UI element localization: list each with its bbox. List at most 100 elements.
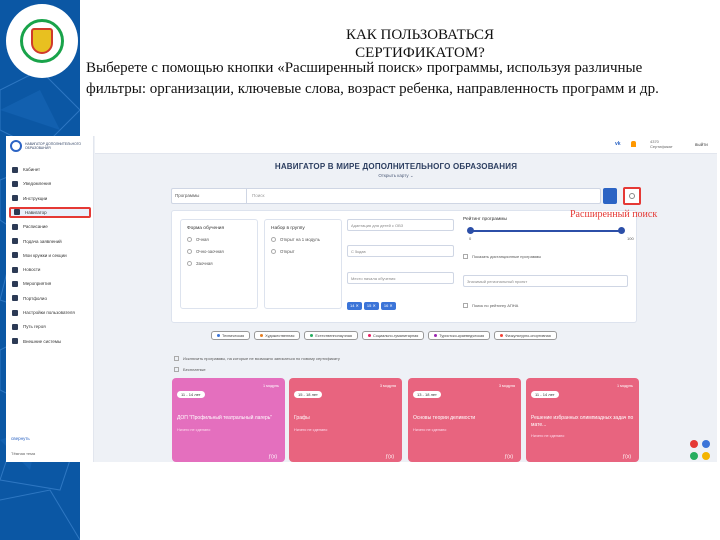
sidebar-item[interactable]: Путь героя (9, 321, 91, 332)
ornament-icon (690, 440, 710, 460)
direction-pill[interactable]: Социально-гуманитарная (361, 331, 425, 340)
direction-dot-icon (260, 334, 264, 337)
slider-handle-min[interactable] (467, 227, 474, 234)
gear-icon (629, 193, 635, 199)
sidebar-item-label: Расписание (23, 224, 48, 230)
sidebar-item-icon (12, 166, 18, 173)
organization-logo (6, 4, 78, 78)
radio-option[interactable]: Заочная (187, 261, 251, 266)
sidebar-item[interactable]: Расписание (9, 221, 91, 232)
age-tag[interactable]: 14 ✕ (347, 302, 362, 310)
sidebar-item-icon (12, 266, 18, 273)
regional-project-select[interactable]: Значимый региональный проект (463, 275, 628, 287)
app-sidebar: НАВИГАТОР ДОПОЛНИТЕЛЬНОГО ОБРАЗОВАНИЯ Ка… (6, 136, 94, 462)
sidebar-item-icon (12, 195, 18, 202)
advanced-search-button[interactable] (623, 187, 641, 205)
program-card[interactable]: 13 - 18 лет 3 модуля Основы теории делимос… (408, 378, 521, 462)
program-card[interactable]: 15 - 18 лет 3 модуля Графы Ничего не сделан… (289, 378, 402, 462)
program-status: Ничего не сделано (294, 427, 328, 432)
sidebar-item[interactable]: Внешние системы (9, 336, 91, 347)
rating-slider[interactable] (467, 227, 625, 234)
sidebar-item-icon (12, 323, 18, 330)
radio-option[interactable]: Очно-заочная (187, 249, 251, 254)
formula-icon: ƒ(x) (385, 454, 394, 460)
formula-icon: ƒ(x) (504, 454, 513, 460)
location-select[interactable]: Место начала обучения (347, 272, 454, 284)
sidebar-item[interactable]: Настройки пользователя (9, 307, 91, 318)
direction-pill[interactable]: Художественная (254, 331, 301, 340)
search-input[interactable]: Поиск (252, 193, 264, 198)
sidebar-item[interactable]: Портфолио (9, 293, 91, 304)
sidebar-item[interactable]: Кабинет (9, 164, 91, 175)
sidebar-item[interactable]: Подача заявлений (9, 236, 91, 247)
rating-heading: Рейтинг программы (463, 217, 508, 222)
navigator-logo-icon (10, 140, 22, 152)
sidebar-item[interactable]: Мои кружки и секции (9, 250, 91, 261)
logout-link[interactable]: выйти (695, 142, 708, 147)
program-status: Ничего не сделано (531, 434, 565, 438)
sidebar-item-icon (12, 252, 18, 259)
distance-programs-checkbox[interactable]: Показать дистанционные программы (463, 254, 541, 259)
slide-instruction: Выберете с помощью кнопки «Расширенный п… (86, 60, 659, 97)
top-bar: vk 4370 Сертификат выйти (95, 136, 717, 154)
direction-dot-icon (367, 334, 371, 337)
program-card[interactable]: 11 - 14 лет 1 модуль Решение избранных оли… (526, 378, 639, 462)
advanced-search-annotation: Расширенный поиск (570, 209, 658, 220)
formula-icon: ƒ(x) (268, 454, 277, 460)
disability-adaptation-select[interactable]: Адаптация для детей с ОВЗ (347, 219, 454, 231)
sidebar-item-label: Подача заявлений (23, 238, 62, 244)
exclude-programs-checkbox[interactable]: Исключить программы, на которые не возмо… (174, 356, 340, 361)
sidebar-item-icon (12, 338, 18, 345)
search-type-select[interactable]: Программы (172, 189, 247, 203)
direction-pill[interactable]: Туристско-краеведческая (428, 331, 491, 340)
search-button[interactable] (603, 188, 617, 204)
sidebar-item[interactable]: Мероприятия (9, 278, 91, 289)
module-count: 3 модуля (498, 384, 515, 388)
program-title: ДОП "Профильный театральный лагерь" (177, 415, 273, 421)
program-title: Решение избранных олимпиадных задач по м… (531, 415, 634, 428)
sidebar-item-icon (12, 180, 18, 187)
sidebar-item[interactable]: Инструкции (9, 193, 91, 204)
direction-dot-icon (217, 334, 220, 337)
radio-option[interactable]: Открыт (271, 249, 335, 254)
notification-bell-icon[interactable] (631, 141, 636, 147)
direction-pill[interactable]: Техническая (211, 331, 251, 340)
program-title: Основы теории делимости (413, 415, 476, 421)
slider-handle-max[interactable] (618, 227, 625, 234)
direction-dot-icon (310, 334, 314, 337)
sidebar-item-label: Настройки пользователя (23, 310, 75, 315)
page-title: НАВИГАТОР В МИРЕ ДОПОЛНИТЕЛЬНОГО ОБРАЗОВ… (274, 162, 518, 171)
age-tag[interactable]: 15 ✕ (363, 302, 379, 310)
age-badge: 11 - 14 лет (177, 391, 205, 398)
radio-option[interactable]: Очная (187, 237, 251, 242)
rating-search-checkbox[interactable]: Поиск по рейтингу АПНА (463, 303, 518, 308)
sidebar-item[interactable]: Навигатор (9, 206, 91, 218)
sidebar-item-label: Уведомления (23, 181, 52, 187)
program-status: Ничего не сделано (413, 427, 447, 432)
free-only-checkbox[interactable]: Бесплатные (174, 367, 206, 372)
age-badge: 15 - 18 лет (294, 391, 322, 398)
formula-icon: ƒ(x) (622, 454, 631, 460)
sidebar-item-icon (14, 209, 20, 216)
open-map-link[interactable]: Открыть карту ⌄ (206, 173, 586, 179)
age-tag[interactable]: 16 ✕ (380, 302, 396, 310)
radio-option[interactable]: Открыт на 1 модуль (271, 237, 335, 242)
sidebar-item-label: Мероприятия (23, 281, 52, 287)
collapse-sidebar-button[interactable]: свернуть (11, 436, 30, 441)
schedule-select[interactable]: С 5кдав (347, 245, 454, 257)
user-info[interactable]: 4370 Сертификат (650, 139, 673, 149)
direction-pill[interactable]: Физкультурно-спортивная (494, 331, 557, 340)
program-card[interactable]: 11 - 14 лет 1 модуль ДОП "Профильный театр… (172, 378, 285, 462)
sidebar-item[interactable]: Новости (9, 264, 91, 275)
coat-of-arms-icon (31, 28, 53, 54)
sidebar-item-label: Путь героя (23, 324, 46, 330)
direction-dot-icon (434, 334, 438, 337)
direction-pill[interactable]: Естественнонаучная (304, 331, 358, 340)
vk-icon[interactable]: vk (615, 141, 621, 147)
sidebar-item[interactable]: Уведомления (9, 178, 91, 189)
dark-theme-toggle[interactable]: Тёмная тема (11, 451, 35, 456)
search-bar: Программы Поиск (171, 188, 601, 204)
sidebar-item-icon (12, 280, 18, 287)
app-logo[interactable]: НАВИГАТОР ДОПОЛНИТЕЛЬНОГО ОБРАЗОВАНИЯ (10, 140, 85, 152)
module-count: 1 модуль (262, 384, 279, 388)
